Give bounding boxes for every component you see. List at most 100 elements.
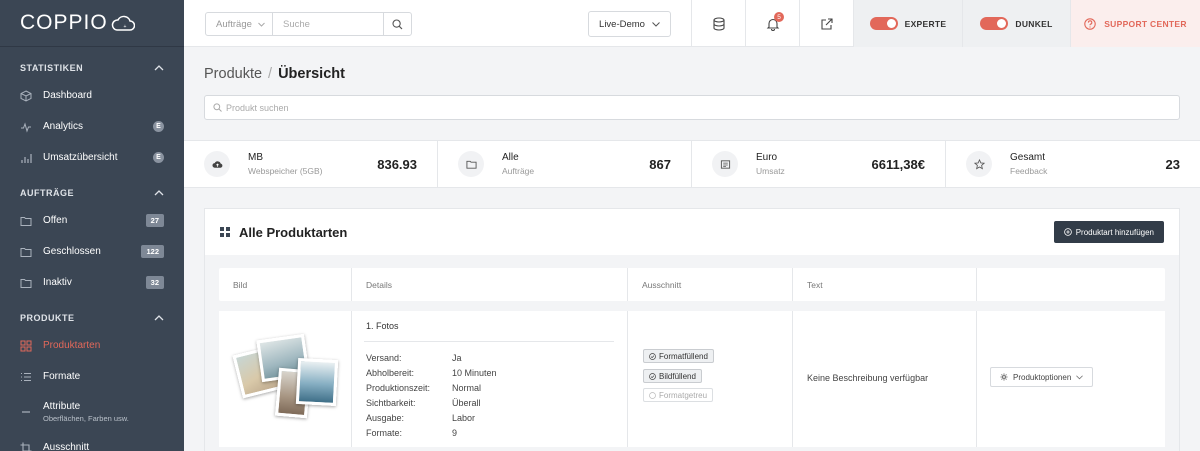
section-auftraege[interactable]: AUFTRÄGE — [0, 184, 184, 202]
top-bar: Aufträge Suche Live-Demo 5 EXPERTE DUNKE… — [184, 0, 1200, 47]
product-types-panel: Alle Produktarten Produktart hinzufügen … — [204, 208, 1180, 451]
stat-icon-wrap — [458, 151, 484, 177]
chevron-down-icon — [652, 21, 660, 27]
environment-select[interactable]: Live-Demo — [588, 11, 671, 37]
grid-icon — [220, 227, 230, 237]
external-link-button[interactable] — [799, 0, 853, 47]
text-cell: Keine Beschreibung verfügbar — [793, 311, 977, 447]
stat-value: 23 — [1165, 156, 1180, 172]
detail-row: Produktionszeit: Normal — [366, 383, 481, 393]
sidebar-item-dashboard[interactable]: Dashboard — [0, 80, 184, 111]
notification-badge: 5 — [774, 12, 784, 22]
global-search: Aufträge Suche — [205, 12, 412, 36]
database-icon — [712, 16, 725, 31]
detail-value: 9 — [452, 428, 458, 438]
cloud-upload-icon — [211, 160, 222, 168]
chevron-up-icon — [154, 190, 164, 196]
search-input[interactable]: Suche — [273, 13, 384, 35]
grid-icon — [20, 340, 32, 351]
stat-icon-wrap — [204, 151, 230, 177]
sidebar-item-analytics[interactable]: Analytics E — [0, 111, 184, 142]
folder-icon — [465, 160, 477, 169]
toggle-switch[interactable] — [980, 17, 1009, 30]
logo-text: COPPIO — [20, 11, 108, 34]
tag-label: Formatgetreu — [659, 390, 708, 400]
count-badge: 122 — [141, 245, 164, 258]
stat-title: Gesamt — [1010, 152, 1046, 163]
search-icon — [213, 103, 222, 112]
sidebar-item-label: Offen — [43, 215, 68, 226]
breadcrumb-separator: / — [268, 66, 273, 82]
sidebar-item-attribute[interactable]: Attribute Oberflächen, Farben usw. — [0, 392, 184, 432]
circle-icon — [649, 391, 656, 399]
stat-title: Alle — [502, 152, 519, 163]
stat-feedback: Gesamt Feedback 23 — [946, 141, 1200, 187]
search-icon — [392, 18, 403, 29]
environment-value: Live-Demo — [599, 18, 645, 30]
table-row: 1. Fotos Versand: Ja Abholbereit: 10 Minut… — [219, 311, 1165, 447]
chevron-down-icon — [258, 22, 265, 27]
column-header-ausschnitt: Ausschnitt — [628, 268, 793, 301]
crop-tag-formatfuellend[interactable]: Formatfüllend — [643, 349, 714, 363]
sidebar-item-ausschnitt[interactable]: Ausschnitt — [0, 432, 184, 451]
stat-value: 6611,38€ — [871, 156, 925, 172]
stat-title: Euro — [756, 152, 778, 163]
bar-chart-icon — [21, 153, 32, 163]
stat-icon-wrap — [966, 151, 992, 177]
database-button[interactable] — [691, 0, 745, 47]
product-search-input[interactable]: Produkt suchen — [204, 95, 1180, 120]
dark-mode-toggle[interactable]: DUNKEL — [962, 0, 1070, 47]
chevron-up-icon — [154, 315, 164, 321]
logo[interactable]: COPPIO + — [0, 0, 184, 47]
section-produkte[interactable]: PRODUKTE — [0, 309, 184, 327]
question-circle-icon — [1084, 17, 1096, 30]
breadcrumb-parent[interactable]: Produkte — [204, 66, 262, 82]
crop-tag-bildfuellend[interactable]: Bildfüllend — [643, 369, 702, 383]
support-center-button[interactable]: SUPPORT CENTER — [1070, 0, 1200, 47]
plus-circle-icon — [1063, 228, 1072, 236]
detail-row: Formate: 9 — [366, 428, 457, 438]
sidebar: COPPIO + STATISTIKEN Dashboard Analytics… — [0, 0, 184, 451]
sidebar-item-label: Formate — [43, 371, 81, 382]
tag-label: Bildfüllend — [659, 371, 696, 381]
stat-storage: MB Webspeicher (5GB) 836.93 — [184, 141, 438, 187]
search-scope-select[interactable]: Aufträge — [206, 13, 273, 35]
sidebar-item-formate[interactable]: Formate — [0, 361, 184, 392]
page-title: Übersicht — [278, 66, 345, 82]
sidebar-item-label: Ausschnitt — [43, 442, 90, 451]
sidebar-item-umsatzuebersicht[interactable]: Umsatzübersicht E — [0, 142, 184, 173]
sidebar-item-label: Umsatzübersicht — [43, 152, 118, 163]
stat-icon-wrap — [712, 151, 738, 177]
product-search-placeholder: Produkt suchen — [226, 102, 289, 113]
chevron-down-icon — [1076, 374, 1084, 379]
product-options-button[interactable]: Produktoptionen — [990, 367, 1094, 387]
support-label: SUPPORT CENTER — [1104, 18, 1187, 29]
activity-icon — [21, 121, 31, 133]
detail-key: Ausgabe: — [366, 413, 405, 423]
sidebar-item-inaktiv[interactable]: Inaktiv 32 — [0, 267, 184, 298]
stat-subtitle: Feedback — [1010, 166, 1048, 176]
expert-toggle[interactable]: EXPERTE — [853, 0, 962, 47]
add-product-type-button[interactable]: Produktart hinzufügen — [1053, 221, 1164, 243]
section-title: AUFTRÄGE — [20, 188, 74, 198]
stat-title: MB — [248, 152, 263, 163]
section-statistiken[interactable]: STATISTIKEN — [0, 59, 184, 77]
detail-key: Abholbereit: — [366, 368, 415, 378]
sidebar-item-label: Produktarten — [43, 340, 101, 351]
toggle-switch[interactable] — [869, 17, 898, 30]
notifications-button[interactable]: 5 — [745, 0, 799, 47]
search-button[interactable] — [384, 13, 411, 35]
section-title: PRODUKTE — [20, 313, 75, 323]
crop-tag-formatgetreu[interactable]: Formatgetreu — [643, 388, 714, 402]
stat-revenue: Euro Umsatz 6611,38€ — [692, 141, 946, 187]
stat-subtitle: Webspeicher (5GB) — [248, 166, 323, 176]
cube-icon — [20, 89, 32, 102]
sidebar-item-geschlossen[interactable]: Geschlossen 122 — [0, 236, 184, 267]
breadcrumb: Produkte / Übersicht — [204, 66, 345, 82]
badge: E — [153, 152, 164, 163]
sidebar-item-produktarten[interactable]: Produktarten — [0, 330, 184, 361]
folder-icon — [20, 216, 32, 226]
toggle-label: DUNKEL — [1015, 18, 1053, 29]
sidebar-item-offen[interactable]: Offen 27 — [0, 205, 184, 236]
external-link-icon — [820, 17, 833, 30]
